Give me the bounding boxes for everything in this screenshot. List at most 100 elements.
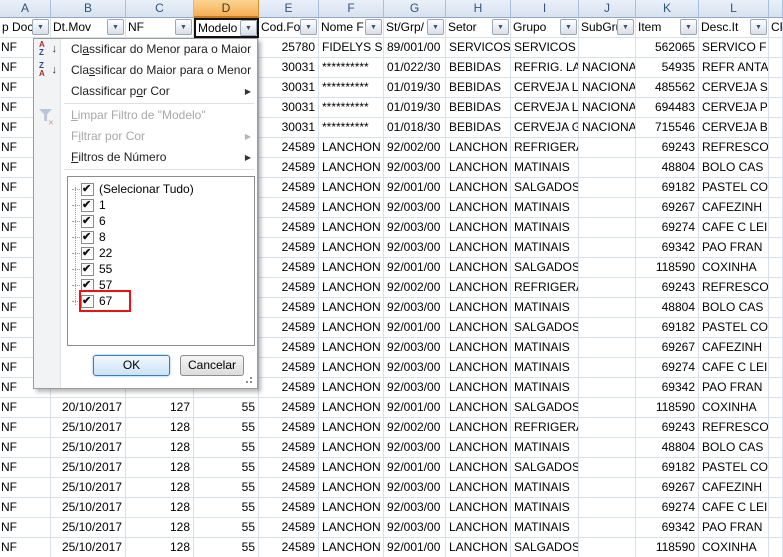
column-letter-E[interactable]: E: [259, 0, 319, 18]
cell[interactable]: 01/019/30: [384, 98, 446, 118]
cell[interactable]: LANCHON: [319, 278, 384, 298]
cell[interactable]: 69274: [636, 358, 699, 378]
column-letter-K[interactable]: K: [636, 0, 699, 18]
column-letter-F[interactable]: F: [319, 0, 384, 18]
cell[interactable]: [579, 398, 636, 418]
filter-button[interactable]: ▼: [365, 19, 382, 35]
cell[interactable]: BOLO CAS: [699, 438, 769, 458]
cell[interactable]: [769, 238, 783, 258]
cell[interactable]: 55: [194, 538, 259, 557]
cell[interactable]: 24589: [259, 198, 319, 218]
cell[interactable]: 92/001/00: [384, 178, 446, 198]
filter-button[interactable]: ▼: [750, 19, 767, 35]
cell[interactable]: 92/002/00: [384, 278, 446, 298]
cell[interactable]: NF: [0, 518, 51, 538]
cell[interactable]: 55: [194, 498, 259, 518]
cell[interactable]: 89/001/00: [384, 38, 446, 58]
cell[interactable]: SALGADOS: [511, 258, 579, 278]
filter-value-item[interactable]: 55: [68, 261, 254, 277]
cell[interactable]: PAO FRAN: [699, 378, 769, 398]
cell[interactable]: 92/003/00: [384, 198, 446, 218]
cell[interactable]: 24589: [259, 438, 319, 458]
cell[interactable]: NACIONA: [579, 98, 636, 118]
cell[interactable]: 92/001/00: [384, 538, 446, 557]
cell[interactable]: 69274: [636, 498, 699, 518]
cell[interactable]: 92/001/00: [384, 258, 446, 278]
cell[interactable]: 01/019/30: [384, 78, 446, 98]
cell[interactable]: 694483: [636, 98, 699, 118]
cell[interactable]: 20/10/2017: [51, 398, 126, 418]
cell[interactable]: LANCHON: [319, 178, 384, 198]
cell[interactable]: 24589: [259, 138, 319, 158]
cell[interactable]: 25/10/2017: [51, 458, 126, 478]
cell[interactable]: [579, 478, 636, 498]
cell[interactable]: 92/003/00: [384, 158, 446, 178]
cell[interactable]: 128: [126, 478, 194, 498]
cell[interactable]: 92/003/00: [384, 218, 446, 238]
cell[interactable]: 55: [194, 478, 259, 498]
cell[interactable]: MATINAIS: [511, 358, 579, 378]
cell[interactable]: LANCHON: [446, 198, 511, 218]
cell[interactable]: 92/003/00: [384, 498, 446, 518]
cell[interactable]: 92/002/00: [384, 418, 446, 438]
filter-value-item[interactable]: 57: [68, 277, 254, 293]
cell[interactable]: LANCHON: [319, 198, 384, 218]
menu-item-filtros-de-n-mero[interactable]: Filtros de Número▶: [62, 147, 257, 168]
cell[interactable]: COXINHA: [699, 258, 769, 278]
cell[interactable]: PASTEL CO: [699, 458, 769, 478]
cell[interactable]: [579, 218, 636, 238]
cell[interactable]: [769, 98, 783, 118]
cell[interactable]: CERVEJA L: [511, 98, 579, 118]
cell[interactable]: SERVICOS: [446, 38, 511, 58]
cell[interactable]: LANCHON: [446, 538, 511, 557]
cell[interactable]: 69182: [636, 318, 699, 338]
cell[interactable]: 30031: [259, 98, 319, 118]
cell[interactable]: **********: [319, 98, 384, 118]
cell[interactable]: NACIONA: [579, 58, 636, 78]
cell[interactable]: CERVEJA B: [699, 118, 769, 138]
cell[interactable]: SALGADOS: [511, 458, 579, 478]
cell[interactable]: LANCHON: [446, 518, 511, 538]
cell[interactable]: 69243: [636, 418, 699, 438]
cell[interactable]: 24589: [259, 378, 319, 398]
column-letter-partial[interactable]: [769, 0, 783, 18]
cell[interactable]: 55: [194, 438, 259, 458]
cell[interactable]: LANCHON: [446, 498, 511, 518]
cell[interactable]: LANCHON: [319, 518, 384, 538]
cell[interactable]: 69267: [636, 478, 699, 498]
cell[interactable]: [769, 178, 783, 198]
cell[interactable]: [579, 138, 636, 158]
cell[interactable]: CERVEJA L: [511, 78, 579, 98]
cell[interactable]: BOLO CAS: [699, 158, 769, 178]
cancel-button[interactable]: Cancelar: [180, 355, 244, 376]
cell[interactable]: [769, 218, 783, 238]
cell[interactable]: [769, 138, 783, 158]
cell[interactable]: BOLO CAS: [699, 298, 769, 318]
cell[interactable]: [579, 298, 636, 318]
cell[interactable]: 24589: [259, 498, 319, 518]
cell[interactable]: 69267: [636, 338, 699, 358]
cell[interactable]: FIDELYS SE: [319, 38, 384, 58]
cell[interactable]: 69342: [636, 378, 699, 398]
cell[interactable]: LANCHON: [319, 338, 384, 358]
cell[interactable]: NF: [0, 418, 51, 438]
cell[interactable]: LANCHON: [446, 218, 511, 238]
cell[interactable]: LANCHON: [319, 478, 384, 498]
column-letter-I[interactable]: I: [511, 0, 579, 18]
checkbox-checked[interactable]: [81, 199, 94, 212]
cell[interactable]: MATINAIS: [511, 498, 579, 518]
cell[interactable]: 55: [194, 518, 259, 538]
cell[interactable]: [769, 278, 783, 298]
cell[interactable]: **********: [319, 58, 384, 78]
cell[interactable]: 55: [194, 398, 259, 418]
cell[interactable]: LANCHON: [446, 238, 511, 258]
cell[interactable]: REFRIGERA: [511, 138, 579, 158]
cell[interactable]: 92/001/00: [384, 318, 446, 338]
cell[interactable]: PAO FRAN: [699, 238, 769, 258]
cell[interactable]: LANCHON: [319, 358, 384, 378]
cell[interactable]: MATINAIS: [511, 158, 579, 178]
cell[interactable]: 92/003/00: [384, 378, 446, 398]
cell[interactable]: CAFE C LEI: [699, 498, 769, 518]
cell[interactable]: [769, 198, 783, 218]
cell[interactable]: CAFE C LEI: [699, 218, 769, 238]
